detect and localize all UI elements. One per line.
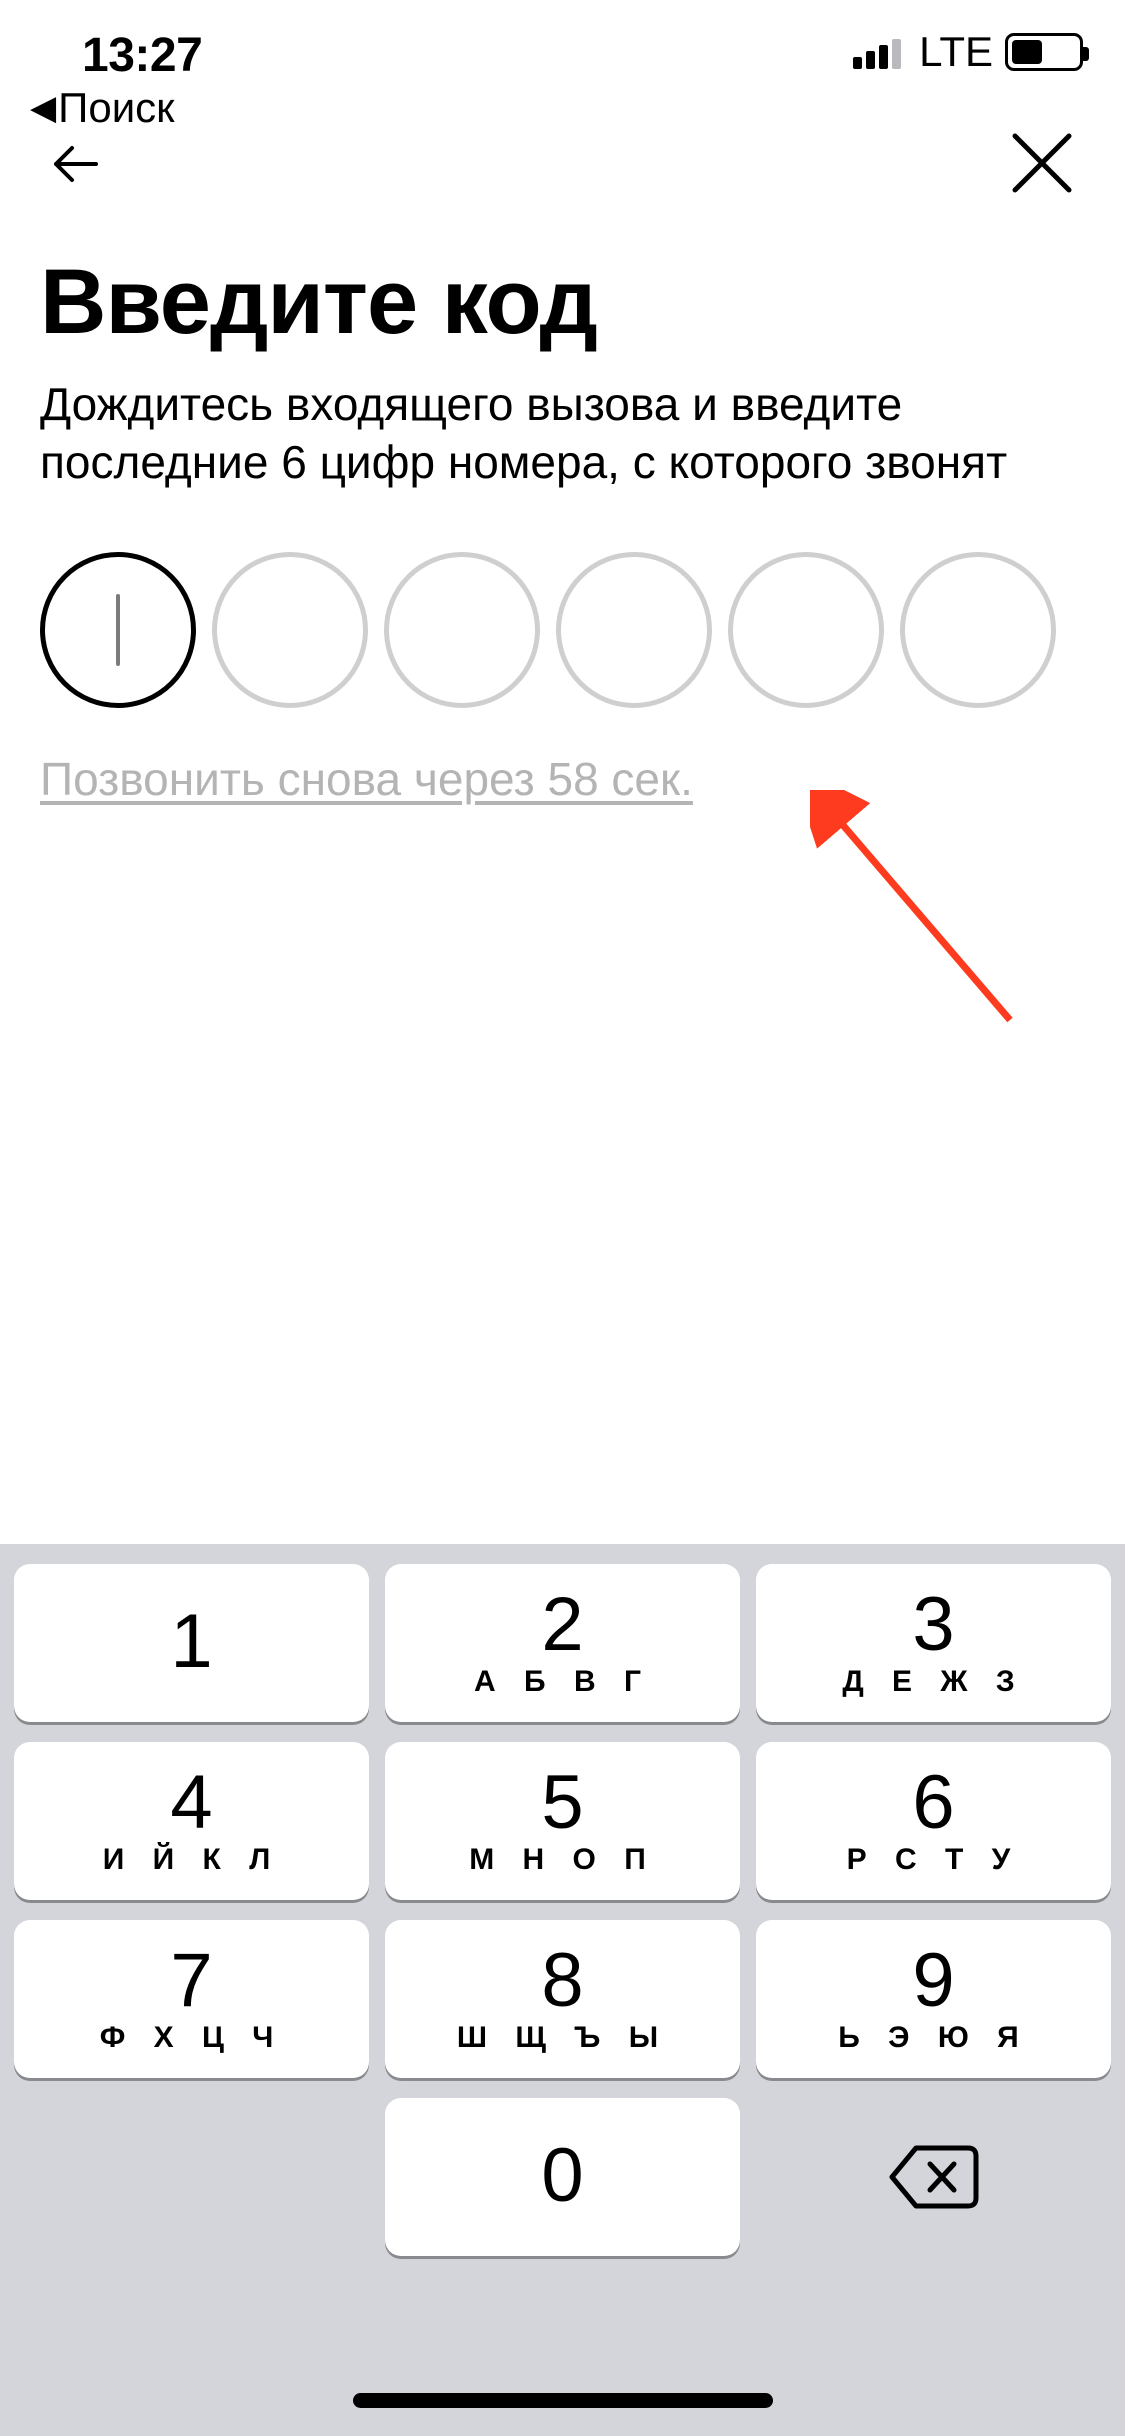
text-caret: [116, 594, 120, 666]
key-digit: 8: [541, 1943, 583, 2019]
key-delete[interactable]: [756, 2098, 1111, 2256]
code-digit-4[interactable]: [556, 552, 712, 708]
key-3[interactable]: 3 Д Е Ж З: [756, 1564, 1111, 1722]
key-letters: Ш Щ Ъ Ы: [457, 2021, 668, 2055]
key-digit: 9: [912, 1943, 954, 2019]
code-digit-5[interactable]: [728, 552, 884, 708]
main-content: Введите код Дождитесь входящего вызова и…: [0, 254, 1125, 806]
key-5[interactable]: 5 М Н О П: [385, 1742, 740, 1900]
key-blank: [14, 2098, 369, 2256]
code-digit-2[interactable]: [212, 552, 368, 708]
key-digit: 3: [912, 1587, 954, 1663]
key-9[interactable]: 9 Ь Э Ю Я: [756, 1920, 1111, 2078]
battery-icon: [1005, 33, 1083, 71]
call-again-link[interactable]: Позвонить снова через 58 сек.: [40, 752, 693, 806]
back-button[interactable]: [48, 134, 108, 194]
key-letters: А Б В Г: [474, 1665, 651, 1699]
key-letters: М Н О П: [469, 1843, 656, 1877]
page-title: Введите код: [40, 254, 1085, 351]
network-type-label: LTE: [919, 28, 993, 76]
key-digit: 0: [541, 2138, 583, 2214]
status-right: LTE: [853, 28, 1083, 76]
code-digit-3[interactable]: [384, 552, 540, 708]
key-letters: Ф Х Ц Ч: [100, 2021, 284, 2055]
key-2[interactable]: 2 А Б В Г: [385, 1564, 740, 1722]
key-4[interactable]: 4 И Й К Л: [14, 1742, 369, 1900]
key-digit: 1: [170, 1604, 212, 1680]
home-indicator[interactable]: [353, 2393, 773, 2408]
code-input-row: [40, 552, 1085, 708]
key-digit: 7: [170, 1943, 212, 2019]
key-digit: 2: [541, 1587, 583, 1663]
close-button[interactable]: [1007, 128, 1077, 198]
backspace-icon: [886, 2142, 982, 2212]
code-digit-1[interactable]: [40, 552, 196, 708]
code-digit-6[interactable]: [900, 552, 1056, 708]
cellular-signal-icon: [853, 35, 901, 69]
page-subtitle: Дождитесь входящего вызова и введите пос…: [40, 375, 1085, 493]
numeric-keypad: 1 2 А Б В Г 3 Д Е Ж З 4 И Й К Л 5 М Н О …: [0, 1544, 1125, 2436]
key-letters: Д Е Ж З: [842, 1665, 1024, 1699]
annotation-arrow-icon: [810, 790, 1030, 1040]
navbar: [0, 110, 1125, 250]
key-7[interactable]: 7 Ф Х Ц Ч: [14, 1920, 369, 2078]
key-letters: Ь Э Ю Я: [838, 2021, 1028, 2055]
close-icon: [1007, 128, 1077, 198]
key-8[interactable]: 8 Ш Щ Ъ Ы: [385, 1920, 740, 2078]
key-digit: 6: [912, 1765, 954, 1841]
key-digit: 5: [541, 1765, 583, 1841]
battery-level: [1012, 40, 1042, 64]
status-bar: 13:27 LTE ◀ Поиск: [0, 0, 1125, 110]
key-6[interactable]: 6 Р С Т У: [756, 1742, 1111, 1900]
key-0[interactable]: 0: [385, 2098, 740, 2256]
key-1[interactable]: 1: [14, 1564, 369, 1722]
key-letters: И Й К Л: [103, 1843, 281, 1877]
key-digit: 4: [170, 1765, 212, 1841]
status-time: 13:27: [82, 28, 202, 83]
key-letters: Р С Т У: [847, 1843, 1021, 1877]
arrow-left-icon: [48, 134, 108, 194]
